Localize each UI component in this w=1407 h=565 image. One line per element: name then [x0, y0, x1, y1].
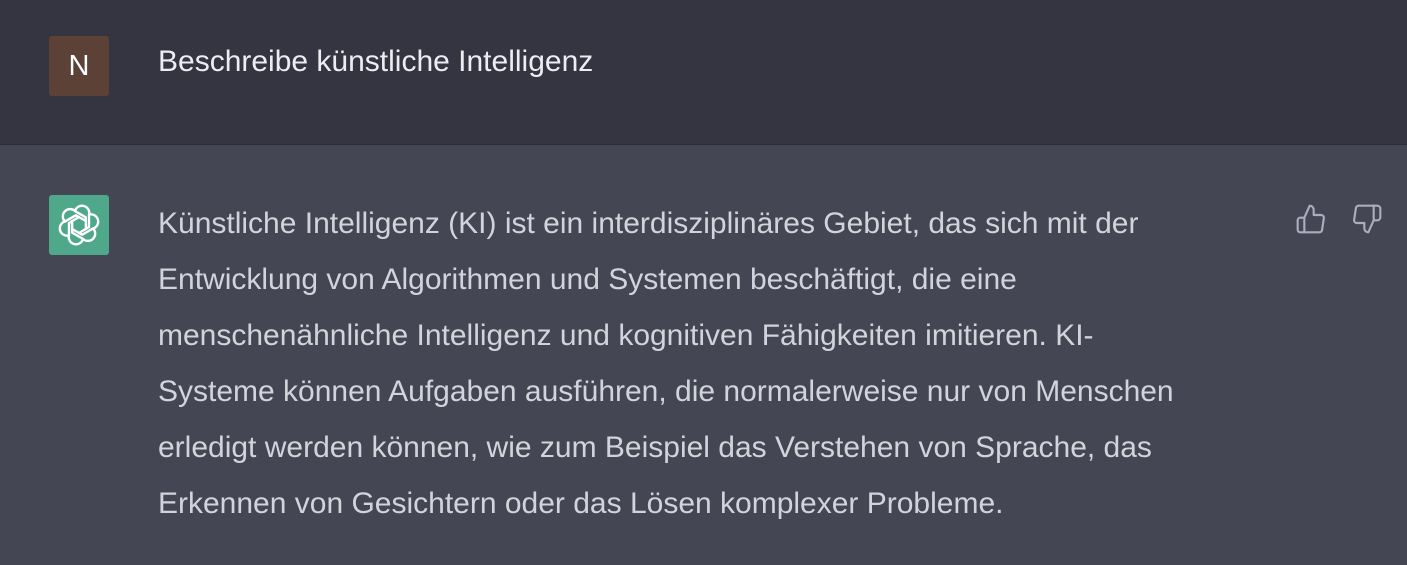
openai-logo-icon	[49, 195, 109, 255]
message-line: erledigt werden können, wie zum Beispiel…	[158, 431, 1152, 464]
thumbs-up-button[interactable]	[1294, 202, 1328, 236]
message-line: Künstliche Intelligenz (KI) ist ein inte…	[158, 207, 1139, 240]
thumbs-down-icon	[1353, 204, 1382, 234]
user-avatar-initial: N	[68, 49, 90, 82]
user-message-text: Beschreibe künstliche Intelligenz	[158, 45, 594, 78]
user-avatar: N	[49, 36, 109, 96]
message-line: Erkennen von Gesichtern oder das Lösen k…	[158, 487, 1004, 520]
assistant-message-text: Künstliche Intelligenz (KI) ist ein inte…	[158, 196, 1278, 532]
thumbs-up-icon	[1296, 204, 1325, 234]
assistant-message-row: Künstliche Intelligenz (KI) ist ein inte…	[0, 145, 1407, 565]
thumbs-down-button[interactable]	[1350, 202, 1384, 236]
message-line: Entwicklung von Algorithmen und Systemen…	[158, 263, 1017, 296]
message-line: Systeme können Aufgaben ausführen, die n…	[158, 375, 1174, 408]
user-message-row: N Beschreibe künstliche Intelligenz	[0, 0, 1407, 145]
message-line: menschenähnliche Intelligenz und kogniti…	[158, 319, 1094, 352]
